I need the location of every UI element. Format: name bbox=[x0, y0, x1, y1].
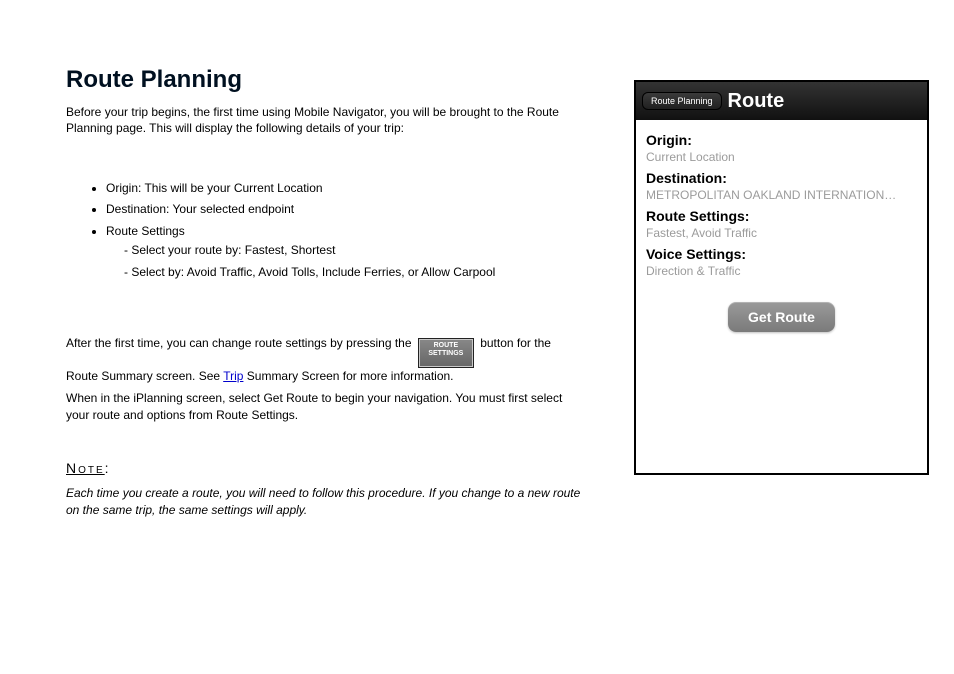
after-post: Summary Screen for more information. bbox=[247, 369, 454, 383]
note-label-underline: Note bbox=[66, 460, 105, 476]
list-item: Destination: Your selected endpoint bbox=[106, 201, 626, 218]
intro-paragraph: Before your trip begins, the first time … bbox=[66, 104, 586, 136]
voice-settings-value[interactable]: Direction & Traffic bbox=[646, 264, 917, 278]
get-route-wrap: Get Route bbox=[646, 302, 917, 332]
phone-body: Origin: Current Location Destination: ME… bbox=[636, 120, 927, 332]
feature-list: Origin: This will be your Current Locati… bbox=[66, 180, 626, 285]
list-item: Route Settings Select your route by: Fas… bbox=[106, 223, 626, 281]
icon-line-2: SETTINGS bbox=[428, 350, 463, 357]
destination-label: Destination: bbox=[646, 170, 917, 186]
icon-line-1: ROUTE bbox=[434, 342, 459, 349]
get-route-button[interactable]: Get Route bbox=[728, 302, 835, 332]
back-button[interactable]: Route Planning bbox=[642, 92, 722, 110]
list-item: Origin: This will be your Current Locati… bbox=[106, 180, 626, 197]
route-settings-value[interactable]: Fastest, Avoid Traffic bbox=[646, 226, 917, 240]
voice-settings-label: Voice Settings: bbox=[646, 246, 917, 262]
document-page: Route Planning Before your trip begins, … bbox=[0, 0, 954, 674]
phone-titlebar: Route Planning Route bbox=[636, 82, 927, 120]
origin-value[interactable]: Current Location bbox=[646, 150, 917, 164]
after-pre: After the first time, you can change rou… bbox=[66, 336, 415, 350]
origin-label: Origin: bbox=[646, 132, 917, 148]
route-settings-label: Route Settings: bbox=[646, 208, 917, 224]
note-heading: Note: bbox=[66, 460, 586, 476]
trip-summary-link[interactable]: Trip bbox=[223, 369, 243, 383]
iplanning-paragraph: When in the iPlanning screen, select Get… bbox=[66, 390, 586, 424]
note-label-tail: : bbox=[105, 460, 111, 476]
list-item-text: Route Settings bbox=[106, 224, 185, 238]
route-settings-icon: ROUTE SETTINGS bbox=[418, 338, 474, 368]
page-heading: Route Planning bbox=[66, 66, 586, 94]
phone-title: Route bbox=[728, 90, 785, 113]
destination-value[interactable]: METROPOLITAN OAKLAND INTERNATION… bbox=[646, 188, 917, 202]
note-body: Each time you create a route, you will n… bbox=[66, 485, 586, 519]
sublist-item: Select your route by: Fastest, Shortest bbox=[124, 242, 626, 259]
sublist-item: Select by: Avoid Traffic, Avoid Tolls, I… bbox=[124, 264, 626, 281]
list-item-text: Origin: This will be your Current Locati… bbox=[106, 181, 323, 195]
phone-screenshot: Route Planning Route Origin: Current Loc… bbox=[634, 80, 929, 475]
list-item-text: Destination: Your selected endpoint bbox=[106, 202, 294, 216]
after-paragraph: After the first time, you can change rou… bbox=[66, 335, 586, 385]
